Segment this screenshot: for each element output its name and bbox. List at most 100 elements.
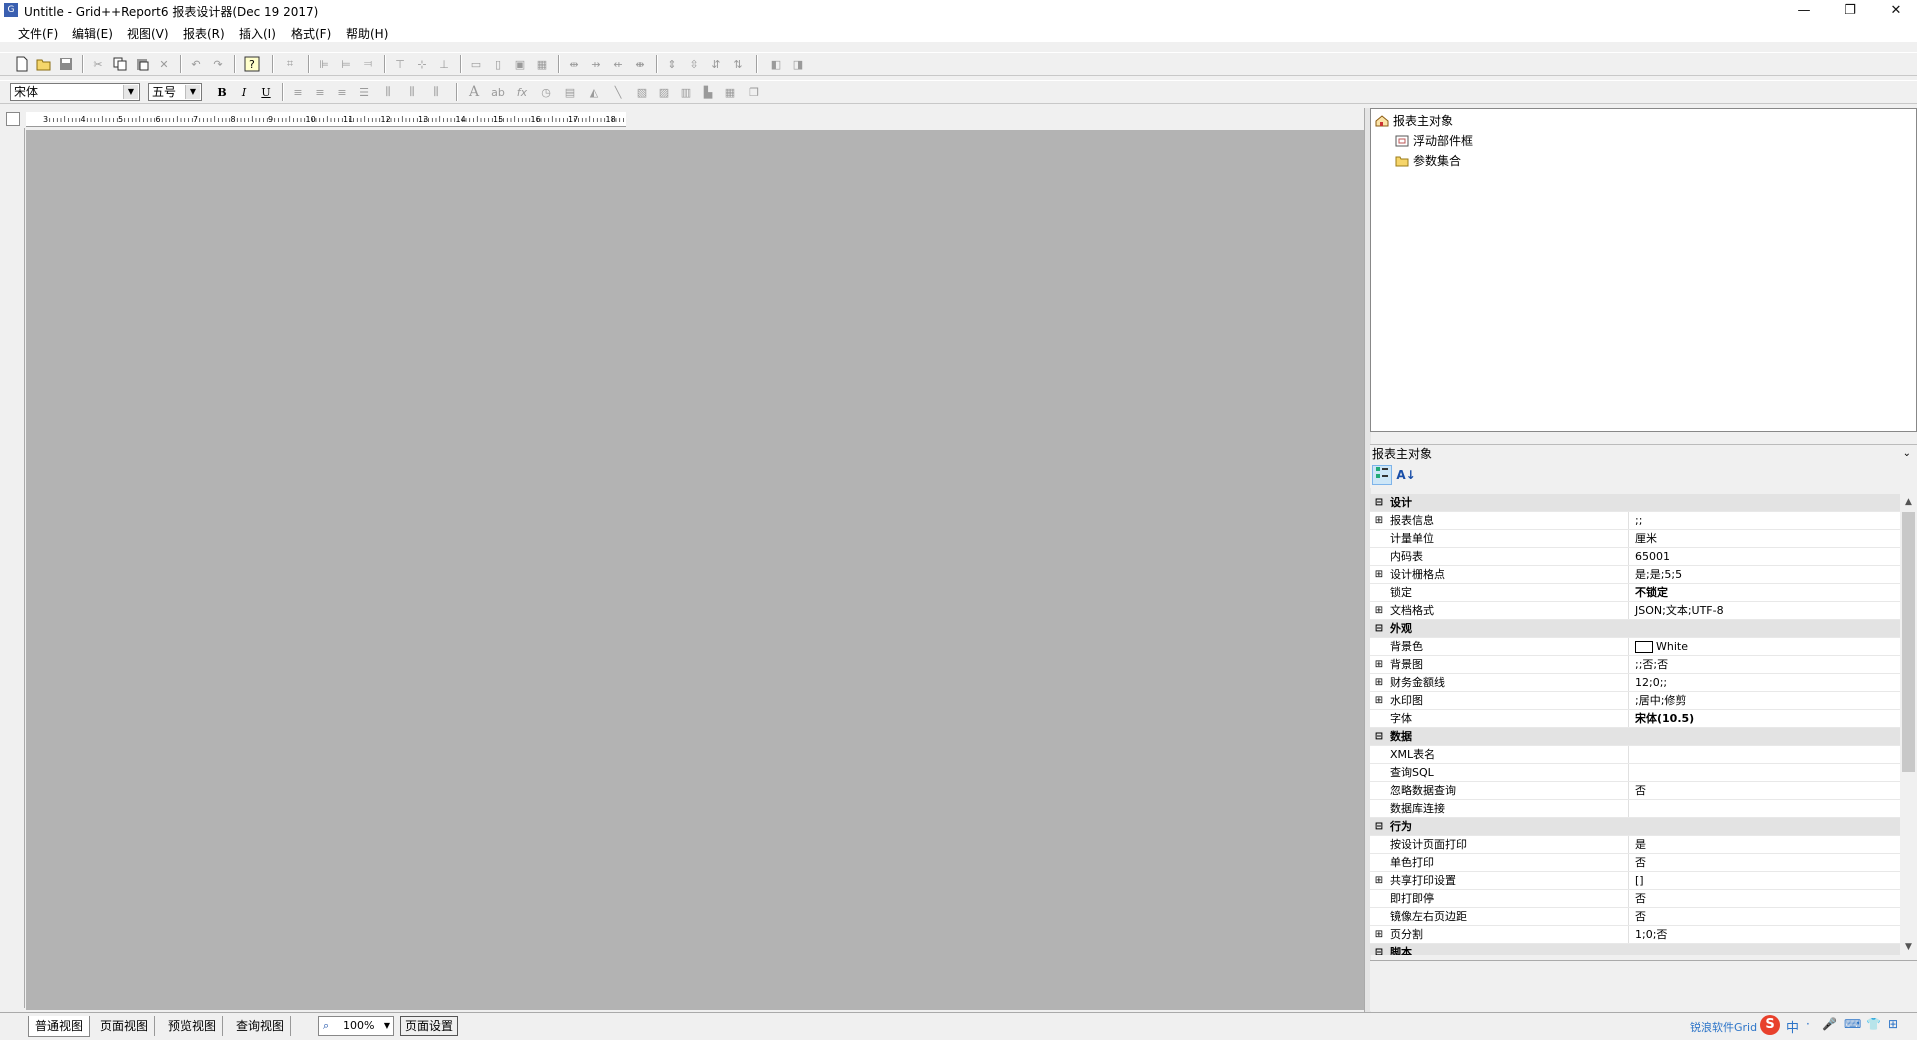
property-row[interactable]: 数据库连接 — [1370, 800, 1900, 818]
align-top-icon[interactable]: ⊤ — [392, 56, 408, 72]
summary-box-icon[interactable]: fx — [514, 84, 530, 100]
expand-icon[interactable]: ⊞ — [1370, 692, 1388, 709]
rich-text-icon[interactable]: ▧ — [634, 84, 650, 100]
align-center-icon[interactable]: ⊨ — [338, 56, 354, 72]
property-row[interactable]: 忽略数据查询 否 — [1370, 782, 1900, 800]
property-row[interactable]: ⊞ 共享打印设置 [] — [1370, 872, 1900, 890]
chinese-mode-icon[interactable]: 中 — [1786, 1017, 1799, 1036]
property-category-row[interactable]: ⊟ 脚本 — [1370, 944, 1900, 955]
chart-icon[interactable]: ▙ — [700, 84, 716, 100]
property-value[interactable] — [1628, 746, 1900, 763]
expand-icon[interactable]: ⊞ — [1370, 602, 1388, 619]
h-spacing-remove-icon[interactable]: ⇼ — [632, 56, 648, 72]
sub-report-icon[interactable]: ❐ — [746, 84, 762, 100]
keyboard-icon[interactable]: ⌨ — [1844, 1017, 1861, 1031]
menu-report[interactable]: 报表(R) — [183, 25, 225, 42]
collapse-icon[interactable]: ⊟ — [1370, 728, 1388, 745]
collapse-icon[interactable]: ⊟ — [1370, 944, 1388, 955]
property-category-row[interactable]: ⊟ 行为 — [1370, 818, 1900, 836]
scroll-up-icon[interactable]: ▲ — [1900, 494, 1917, 510]
property-value[interactable]: 1;0;否 — [1628, 926, 1900, 943]
valign-middle-icon[interactable]: ⫼ — [404, 84, 420, 100]
collapse-icon[interactable]: ⊟ — [1370, 494, 1388, 511]
tab-page-view[interactable]: 页面视图 — [94, 1016, 156, 1036]
h-spacing-decrease-icon[interactable]: ⇷ — [610, 56, 626, 72]
property-row[interactable]: 锁定 不锁定 — [1370, 584, 1900, 602]
property-value[interactable]: 厘米 — [1628, 530, 1900, 547]
undo-icon[interactable]: ↶ — [188, 56, 204, 72]
memo-box-icon[interactable]: ▤ — [562, 84, 578, 100]
menu-file[interactable]: 文件(F) — [18, 25, 58, 42]
property-value[interactable]: White — [1628, 638, 1900, 655]
property-value[interactable]: 否 — [1628, 782, 1900, 799]
punctuation-icon[interactable]: · — [1806, 1017, 1810, 1031]
help-icon[interactable]: ? — [244, 56, 260, 72]
static-text-icon[interactable]: A — [466, 84, 482, 100]
expand-icon[interactable]: ⊞ — [1370, 872, 1388, 889]
restore-button[interactable]: ❐ — [1827, 0, 1873, 22]
font-family-select[interactable]: 宋体 ▼ — [10, 83, 140, 101]
property-value[interactable]: ;居中;修剪 — [1628, 692, 1900, 709]
report-design-canvas[interactable] — [26, 130, 1364, 1010]
collapse-icon[interactable]: ⊟ — [1370, 818, 1388, 835]
property-row[interactable]: 背景色 White — [1370, 638, 1900, 656]
cut-icon[interactable]: ✂ — [90, 56, 106, 72]
collapse-icon[interactable]: ⊟ — [1370, 620, 1388, 637]
line-icon[interactable]: ╲ — [610, 84, 626, 100]
categorized-view-icon[interactable] — [1372, 465, 1392, 485]
menu-help[interactable]: 帮助(H) — [346, 25, 388, 42]
italic-button[interactable]: I — [236, 84, 252, 100]
property-value[interactable]: JSON;文本;UTF-8 — [1628, 602, 1900, 619]
barcode-icon[interactable]: ▥ — [678, 84, 694, 100]
property-row[interactable]: ⊞ 财务金额线 12;0;; — [1370, 674, 1900, 692]
property-grid-scrollbar[interactable]: ▲ ▼ — [1900, 494, 1917, 955]
bold-button[interactable]: B — [214, 84, 230, 100]
v-spacing-increase-icon[interactable]: ⇳ — [686, 56, 702, 72]
text-align-left-icon[interactable]: ≡ — [290, 84, 306, 100]
voice-input-icon[interactable]: 🎤 — [1822, 1017, 1837, 1031]
select-grid-icon[interactable]: ⌗ — [282, 56, 298, 72]
v-spacing-decrease-icon[interactable]: ⇵ — [708, 56, 724, 72]
property-row[interactable]: ⊞ 水印图 ;居中;修剪 — [1370, 692, 1900, 710]
tree-item-floating-parts[interactable]: 浮动部件框 — [1371, 131, 1916, 151]
property-value[interactable]: 65001 — [1628, 548, 1900, 565]
delete-icon[interactable]: ✕ — [156, 56, 172, 72]
free-grid-icon[interactable]: ▦ — [722, 84, 738, 100]
system-var-icon[interactable]: ◷ — [538, 84, 554, 100]
align-middle-icon[interactable]: ⊹ — [414, 56, 430, 72]
property-row[interactable]: 内码表 65001 — [1370, 548, 1900, 566]
tab-preview-view[interactable]: 预览视图 — [162, 1016, 224, 1036]
font-size-select[interactable]: 五号 ▼ — [148, 83, 202, 101]
align-bottom-icon[interactable]: ⊥ — [436, 56, 452, 72]
expand-icon[interactable]: ⊞ — [1370, 674, 1388, 691]
underline-button[interactable]: U — [258, 84, 274, 100]
valign-top-icon[interactable]: ⫼ — [380, 84, 396, 100]
property-value[interactable]: 否 — [1628, 890, 1900, 907]
property-value[interactable] — [1628, 800, 1900, 817]
tab-query-view[interactable]: 查询视图 — [230, 1016, 292, 1036]
property-row[interactable]: 按设计页面打印 是 — [1370, 836, 1900, 854]
v-spacing-equal-icon[interactable]: ⇕ — [664, 56, 680, 72]
same-width-icon[interactable]: ▭ — [468, 56, 484, 72]
property-row[interactable]: 字体 宋体(10.5) — [1370, 710, 1900, 728]
bring-to-front-icon[interactable]: ◧ — [768, 56, 784, 72]
toolbox-icon[interactable]: ⊞ — [1888, 1017, 1898, 1031]
property-value[interactable]: 否 — [1628, 908, 1900, 925]
picture-box-icon[interactable]: ▨ — [656, 84, 672, 100]
minimize-button[interactable]: — — [1781, 0, 1827, 22]
alphabetical-sort-icon[interactable]: A↓ — [1396, 465, 1416, 485]
expand-icon[interactable]: ⊞ — [1370, 656, 1388, 673]
paste-icon[interactable] — [134, 56, 150, 72]
property-row[interactable]: 计量单位 厘米 — [1370, 530, 1900, 548]
property-value[interactable]: 是;是;5;5 — [1628, 566, 1900, 583]
property-value[interactable] — [1628, 764, 1900, 781]
menu-view[interactable]: 视图(V) — [127, 25, 169, 42]
tab-normal-view[interactable]: 普通视图 — [28, 1016, 91, 1037]
sogou-ime-icon[interactable]: S — [1760, 1015, 1780, 1035]
text-align-center-icon[interactable]: ≡ — [312, 84, 328, 100]
save-icon[interactable] — [58, 56, 74, 72]
scroll-down-icon[interactable]: ▼ — [1900, 939, 1917, 955]
zoom-select[interactable]: ⌕ 100% ▼ — [318, 1016, 394, 1036]
property-value[interactable]: 否 — [1628, 854, 1900, 871]
open-folder-icon[interactable] — [36, 56, 52, 72]
